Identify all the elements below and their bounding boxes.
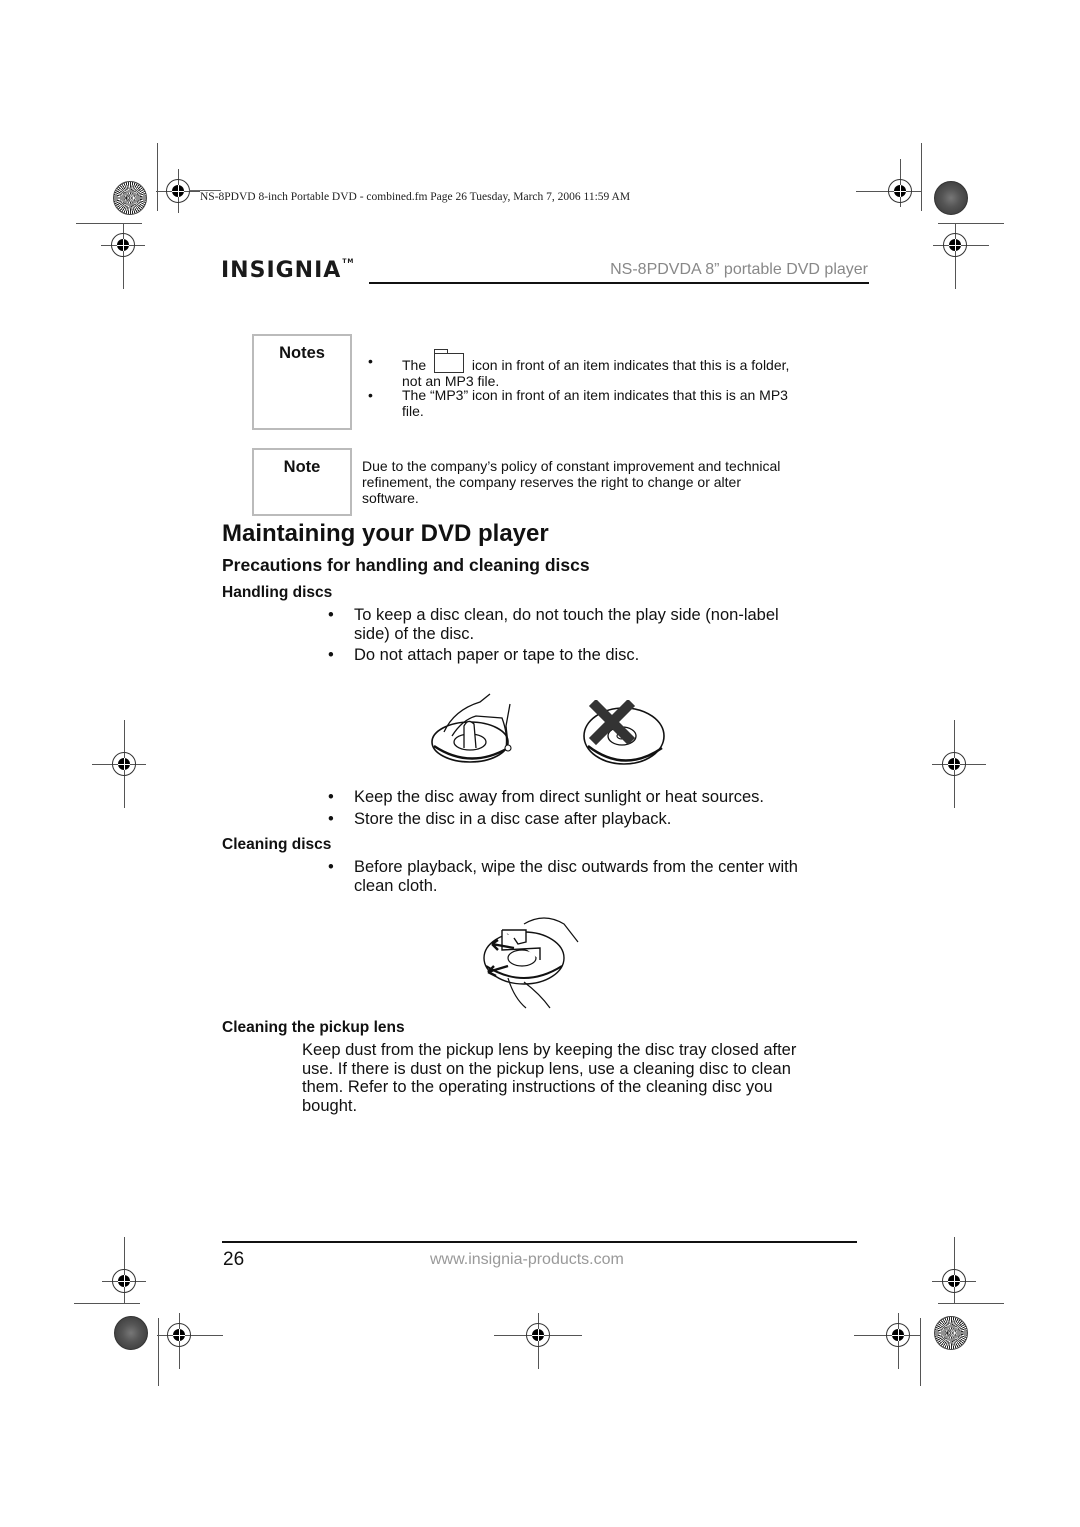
crop-mark [920,1318,921,1386]
cleaning-bullet: • Before playback, wipe the disc outward… [328,858,848,895]
bullet: • [328,858,334,876]
crop-mark [74,1303,140,1304]
handling-bullet: • Store the disc in a disc case after pl… [328,810,848,829]
bullet: • [328,606,334,624]
section-subtitle: Precautions for handling and cleaning di… [222,555,590,575]
handling-bullet: • Do not attach paper or tape to the dis… [328,646,848,665]
note-line: Due to the company’s policy of constant … [362,458,781,474]
bullet-text: side) of the disc. [354,624,475,643]
bullet: • [328,646,334,664]
color-starburst-icon [934,1316,968,1350]
section-title: Maintaining your DVD player [222,520,549,547]
handling-heading: Handling discs [222,584,333,601]
handling-bullet: • To keep a disc clean, do not touch the… [328,606,848,643]
folder-icon [434,349,465,373]
notes-text: The “MP3” icon in front of an item indic… [402,387,788,403]
wiping-disc-illustration [483,917,579,1009]
crop-mark [76,223,142,224]
hand-holding-disc-illustration [431,693,512,763]
note-line: software. [362,490,419,506]
bullet: • [328,788,334,806]
bullet: • [368,387,373,403]
bullet-text: Store the disc in a disc case after play… [354,810,672,828]
bullet-text: To keep a disc clean, do not touch the p… [354,606,779,624]
notes-label-box: Notes [252,334,352,430]
pickup-heading: Cleaning the pickup lens [222,1019,405,1036]
note-label-box: Note [252,448,352,516]
product-title: NS-8PDVDA 8” portable DVD player [610,261,868,278]
bullet: • [328,810,334,828]
insignia-logo: INSIGNIATM [221,258,354,283]
handling-bullet: • Keep the disc away from direct sunligh… [328,788,848,807]
pickup-line: them. Refer to the operating instruction… [302,1078,773,1096]
page-number: 26 [223,1249,245,1270]
notes-item: • The “MP3” icon in front of an item ind… [368,387,848,419]
crop-mark [157,143,158,211]
color-disc-icon [934,181,968,215]
crop-mark [921,143,922,211]
pickup-paragraph: Keep dust from the pickup lens by keepin… [302,1041,862,1115]
disc-with-tape-crossed-out-illustration [583,700,665,765]
note-text: Due to the company’s policy of constant … [362,458,862,506]
framemaker-header: NS-8PDVD 8-inch Portable DVD - combined.… [200,191,631,203]
notes-text: icon in front of an item indicates that … [471,357,790,373]
notes-item: • The icon in front of an item indicates… [368,349,848,389]
crop-mark [938,223,1004,224]
footer-rule [222,1241,857,1243]
pickup-line: use. If there is dust on the pickup lens… [302,1059,791,1078]
cleaning-heading: Cleaning discs [222,836,332,853]
pickup-line: bought. [302,1096,358,1115]
note-label: Note [283,458,321,476]
logo-text: INSIGNIA [221,258,342,283]
crop-mark [158,1318,159,1386]
pickup-line: Keep dust from the pickup lens by keepin… [302,1041,797,1059]
bullet-text: Do not attach paper or tape to the disc. [354,646,640,664]
trademark: TM [342,258,355,265]
header-rule [369,282,869,284]
footer-url[interactable]: www.insignia-products.com [430,1251,624,1269]
color-starburst-icon [113,181,147,215]
crop-mark [938,1303,1004,1304]
bullet-text: Before playback, wipe the disc outwards … [354,858,798,876]
bullet-text: clean cloth. [354,876,438,895]
note-line: refinement, the company reserves the rig… [362,474,741,490]
bullet-text: Keep the disc away from direct sunlight … [354,788,764,806]
color-disc-icon [114,1316,148,1350]
bullet: • [368,353,373,369]
notes-label: Notes [279,344,325,362]
notes-text: The [402,357,427,373]
notes-text: file. [402,403,424,419]
